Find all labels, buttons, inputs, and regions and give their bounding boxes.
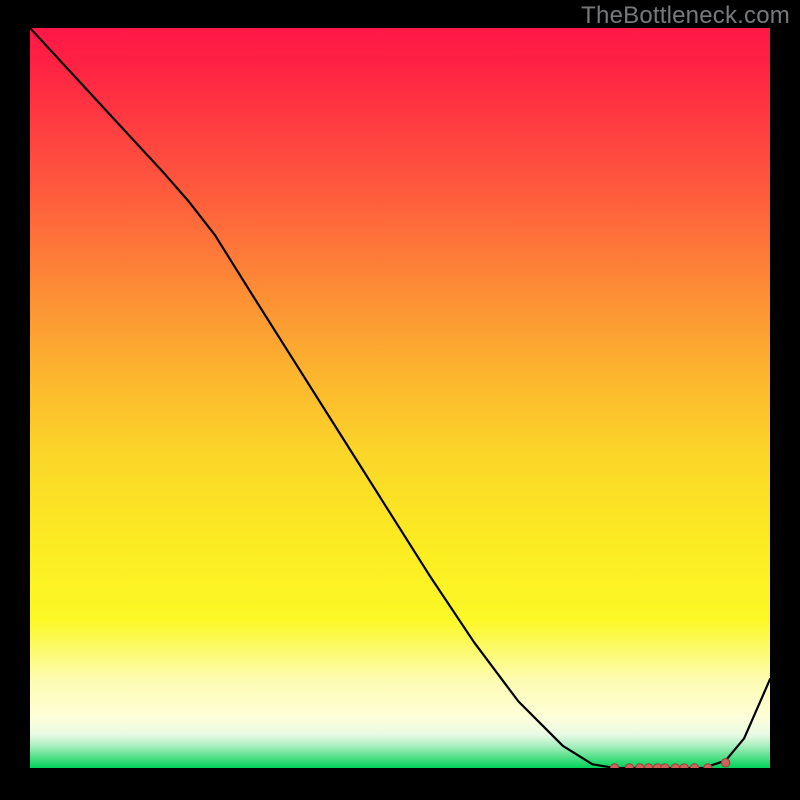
chart-container: TheBottleneck.com bbox=[0, 0, 800, 800]
chart-svg bbox=[30, 28, 770, 768]
data-marker bbox=[680, 764, 688, 768]
data-marker bbox=[704, 764, 712, 768]
plot-area bbox=[30, 28, 770, 768]
data-marker bbox=[690, 764, 698, 768]
watermark-text: TheBottleneck.com bbox=[581, 2, 790, 30]
gradient-background bbox=[30, 28, 770, 768]
data-marker bbox=[636, 764, 644, 768]
data-marker bbox=[661, 764, 669, 768]
data-marker bbox=[610, 764, 618, 768]
data-marker bbox=[671, 764, 679, 768]
data-marker bbox=[644, 764, 652, 768]
data-marker bbox=[721, 759, 729, 767]
data-marker bbox=[625, 764, 633, 768]
